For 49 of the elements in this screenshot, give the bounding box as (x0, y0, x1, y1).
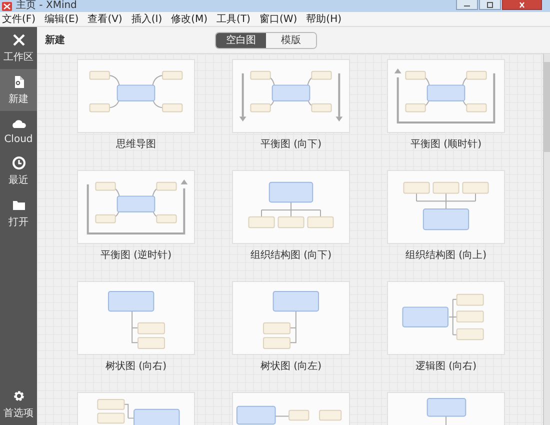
close-button[interactable] (502, 0, 542, 10)
sidebar-item[interactable]: 新建 (0, 69, 37, 111)
menu-item[interactable]: 查看(V) (88, 12, 122, 26)
template-label: 平衡图 (向下) (260, 138, 322, 151)
diagram-drawing (108, 290, 165, 349)
template-label: 组织结构图 (向下) (250, 248, 332, 262)
clock-icon (12, 156, 26, 170)
page-title: 新建 (45, 33, 65, 47)
template-card[interactable] (387, 281, 505, 355)
diagram-drawing (262, 290, 320, 349)
menu-item[interactable]: 帮助(H) (306, 12, 342, 26)
template-label: 平衡图 (逆时针) (100, 248, 172, 262)
template-label: 逻辑图 (向右) (416, 360, 476, 373)
tab[interactable]: 空白图 (216, 32, 266, 48)
sidebar-item[interactable]: 打开 (0, 192, 37, 234)
template-card[interactable] (77, 170, 195, 244)
sidebar-item[interactable]: Cloud (0, 111, 37, 150)
settings-icon (12, 389, 26, 403)
sidebar-item[interactable]: 最近 (0, 150, 37, 192)
maximize-icon (486, 2, 494, 8)
sidebar-item[interactable]: 首选项 (0, 383, 37, 425)
template-card[interactable] (77, 281, 195, 355)
template-card[interactable] (232, 59, 350, 133)
template-card[interactable] (232, 281, 350, 355)
folder-icon (12, 198, 26, 212)
menu-item[interactable]: 编辑(E) (44, 12, 79, 26)
template-label: 组织结构图 (向上) (406, 248, 486, 262)
template-card[interactable] (232, 170, 350, 244)
crossed-arrows-icon (12, 33, 26, 47)
template-card[interactable] (77, 59, 195, 133)
diagram-drawing (426, 398, 466, 425)
template-label: 平衡图 (顺时针) (410, 138, 482, 151)
template-card[interactable] (387, 59, 505, 133)
template-label: 树状图 (向左) (260, 360, 322, 373)
close-icon (518, 2, 526, 8)
scrollbar-thumb[interactable] (544, 62, 550, 152)
template-label: 思维导图 (116, 138, 156, 151)
minimize-button[interactable] (456, 0, 478, 10)
menu-item[interactable]: 插入(I) (131, 12, 162, 26)
template-card[interactable] (387, 170, 505, 244)
menu-item[interactable]: 窗口(W) (259, 12, 298, 26)
scrollbar[interactable] (543, 54, 550, 425)
menu-item[interactable]: 修改(M) (171, 12, 208, 26)
template-label: 树状图 (向右) (106, 360, 166, 373)
cloud-icon (12, 117, 26, 131)
menu-item[interactable]: 工具(T) (216, 12, 250, 26)
maximize-button[interactable] (479, 0, 501, 10)
sidebar-item[interactable]: 工作区 (0, 27, 37, 69)
menu-item[interactable]: 文件(F) (2, 12, 36, 26)
